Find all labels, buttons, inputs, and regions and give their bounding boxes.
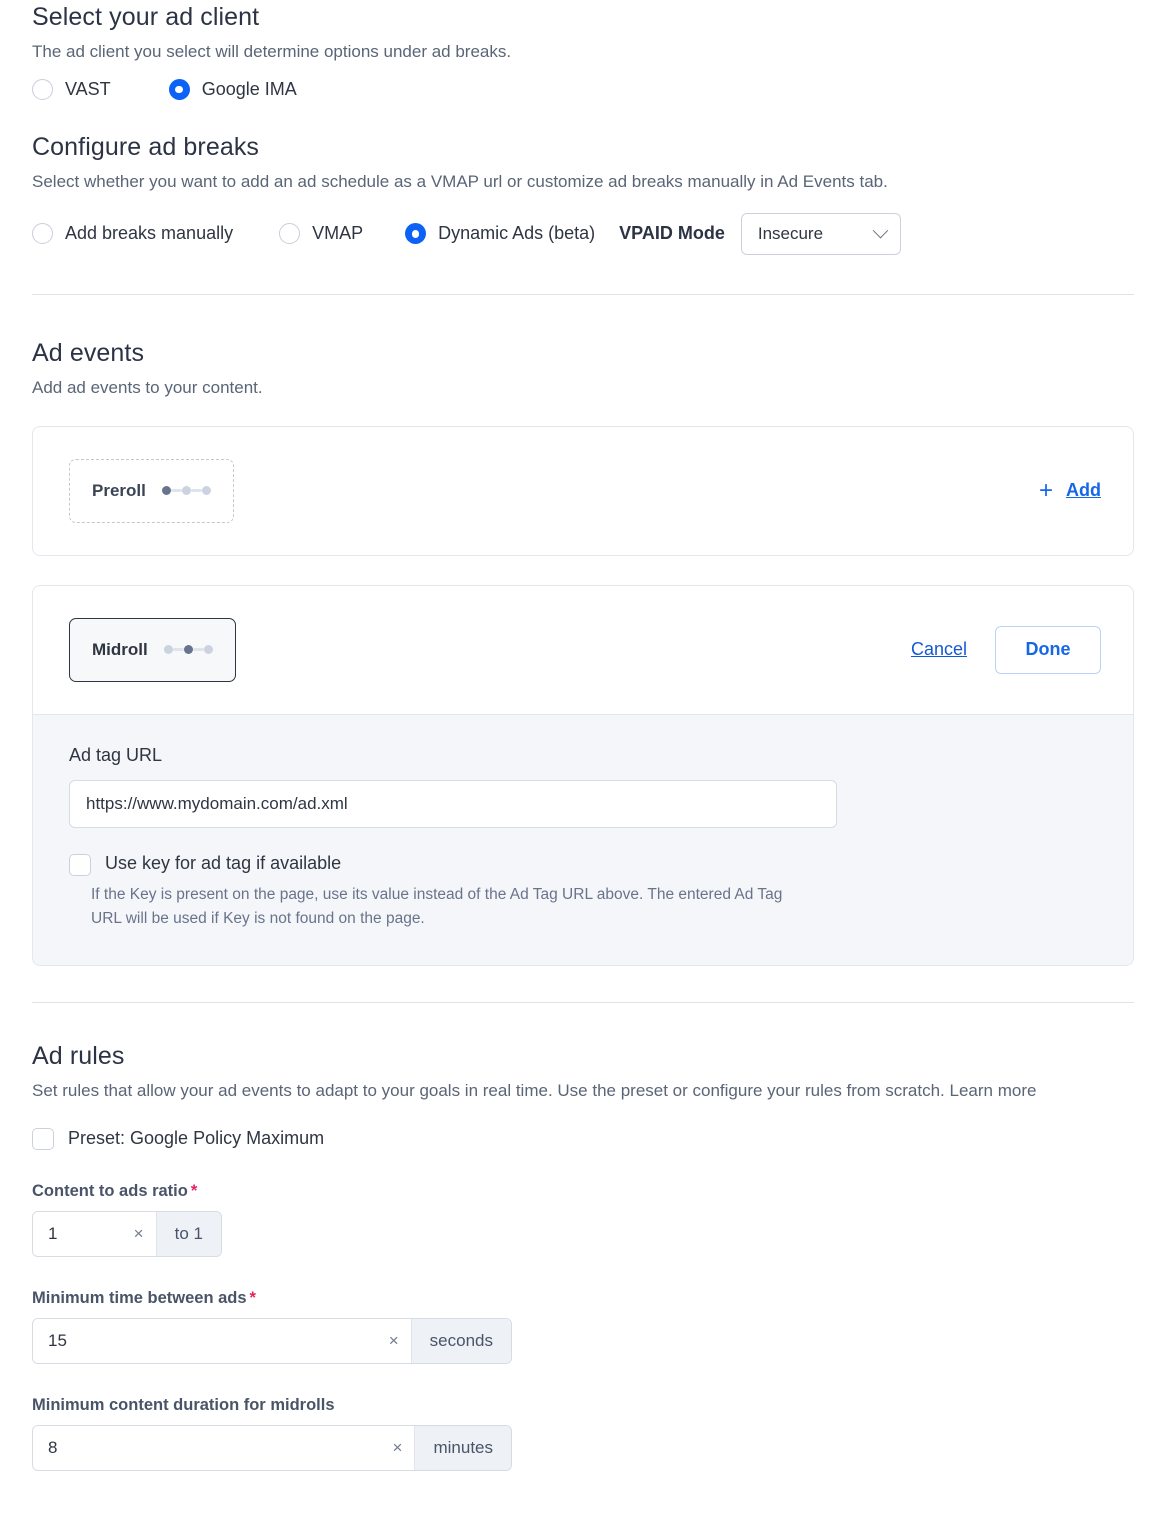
plus-icon: + <box>1038 476 1053 504</box>
ad-settings-page: Select your ad client The ad client you … <box>0 0 1166 1472</box>
vpaid-mode-value: Insecure <box>757 223 824 243</box>
done-button[interactable]: Done <box>995 625 1101 674</box>
ad-client-description: The ad client you select will determine … <box>32 42 512 62</box>
radio-icon-google-ima[interactable] <box>168 78 190 100</box>
radio-option-vast[interactable]: VAST <box>32 78 111 100</box>
content-to-ads-ratio-label: Content to ads ratio * <box>32 1182 1134 1201</box>
chip-label-midroll: Midroll <box>92 639 148 659</box>
radio-label-vast: VAST <box>65 78 111 99</box>
clear-icon-ratio[interactable]: × <box>121 1212 156 1257</box>
cancel-button[interactable]: Cancel <box>911 639 967 660</box>
chip-label-preroll: Preroll <box>92 480 146 500</box>
vpaid-mode-label: VPAID Mode <box>619 223 725 244</box>
clear-icon-min-duration[interactable]: × <box>380 1426 415 1471</box>
ad-breaks-section: Configure ad breaks Select whether you w… <box>32 132 1134 255</box>
ad-events-title: Ad events <box>32 338 145 367</box>
minimum-time-between-ads-value[interactable]: 15 <box>33 1319 377 1364</box>
use-key-checkbox[interactable] <box>69 853 91 876</box>
minimum-time-between-ads-field[interactable]: 15 × seconds <box>32 1318 512 1365</box>
minimum-content-duration-field[interactable]: 8 × minutes <box>32 1425 512 1472</box>
content-to-ads-ratio-label-text: Content to ads ratio <box>32 1182 188 1201</box>
content-to-ads-ratio-suffix: to 1 <box>155 1212 221 1257</box>
use-key-help-text: If the Key is present on the page, use i… <box>91 886 783 928</box>
ad-events-description: Add ad events to your content. <box>32 378 263 398</box>
preset-row: Preset: Google Policy Maximum <box>32 1126 1134 1151</box>
preset-label: Preset: Google Policy Maximum <box>68 1127 325 1148</box>
minimum-content-duration-label-text: Minimum content duration for midrolls <box>32 1396 335 1415</box>
minimum-content-duration-suffix: minutes <box>414 1426 511 1471</box>
radio-icon-vmap[interactable] <box>279 223 301 245</box>
ad-breaks-description: Select whether you want to add an ad sch… <box>32 172 888 192</box>
minimum-content-duration-value[interactable]: 8 <box>33 1426 381 1471</box>
midroll-position-icon <box>163 645 213 655</box>
ad-event-chip-preroll[interactable]: Preroll <box>69 458 234 523</box>
page-title: Select your ad client <box>32 3 260 31</box>
ad-rules-title: Ad rules <box>32 1042 125 1071</box>
midroll-card-body: Ad tag URL Use key for ad tag if availab… <box>33 713 1133 966</box>
use-key-row: Use key for ad tag if available If the K… <box>69 852 1097 932</box>
ad-rules-section: Ad rules Set rules that allow your ad ev… <box>32 1041 1134 1472</box>
minimum-time-between-ads-label-text: Minimum time between ads <box>32 1289 247 1308</box>
ad-breaks-radio-group: Add breaks manually VMAP Dynamic Ads (be… <box>32 212 1134 255</box>
radio-option-dynamic-ads[interactable]: Dynamic Ads (beta) <box>405 223 596 245</box>
radio-icon-add-breaks-manually[interactable] <box>32 223 53 245</box>
radio-option-google-ima[interactable]: Google IMA <box>168 78 297 100</box>
add-label: Add <box>1066 480 1101 501</box>
ad-breaks-title: Configure ad breaks <box>32 132 260 161</box>
ad-events-section: Ad events Add ad events to your content.… <box>32 338 1134 967</box>
ad-client-radio-group: VAST Google IMA <box>32 78 1134 100</box>
midroll-card-header: Midroll Cancel Done <box>33 586 1133 714</box>
minimum-time-between-ads-suffix: seconds <box>410 1319 511 1364</box>
preset-checkbox[interactable] <box>32 1128 54 1151</box>
radio-label-vmap: VMAP <box>312 223 364 244</box>
content-to-ads-ratio-value[interactable]: 1 <box>33 1212 122 1257</box>
ad-event-card-midroll: Midroll Cancel Done Ad tag URL Use key f… <box>32 584 1134 967</box>
radio-icon-vast[interactable] <box>32 78 53 100</box>
ad-tag-url-input[interactable] <box>69 779 837 828</box>
preroll-position-icon <box>161 486 211 496</box>
radio-label-add-breaks-manually: Add breaks manually <box>65 223 234 244</box>
radio-option-add-breaks-manually[interactable]: Add breaks manually <box>32 223 234 245</box>
radio-option-vmap[interactable]: VMAP <box>279 223 364 245</box>
vpaid-mode-select[interactable]: Insecure <box>740 212 901 255</box>
radio-icon-dynamic-ads[interactable] <box>405 223 427 245</box>
radio-label-dynamic-ads: Dynamic Ads (beta) <box>438 223 596 244</box>
divider-ad-events <box>32 1002 1134 1004</box>
minimum-time-between-ads-label: Minimum time between ads * <box>32 1289 1134 1308</box>
ad-event-card-preroll: Preroll + Add <box>32 425 1134 556</box>
use-key-label: Use key for ad tag if available <box>105 852 342 873</box>
ad-event-chip-midroll[interactable]: Midroll <box>69 617 236 682</box>
chevron-down-icon <box>872 223 889 239</box>
content-to-ads-ratio-field[interactable]: 1 × to 1 <box>32 1211 222 1258</box>
divider-ad-breaks <box>32 293 1134 295</box>
preroll-card-header: Preroll + Add <box>33 427 1133 555</box>
minimum-content-duration-label: Minimum content duration for midrolls <box>32 1396 1134 1415</box>
ad-rules-description: Set rules that allow your ad events to a… <box>32 1081 1037 1101</box>
clear-icon-min-time[interactable]: × <box>376 1319 411 1364</box>
ad-tag-url-label: Ad tag URL <box>69 744 163 765</box>
required-marker-min-time: * <box>249 1289 256 1308</box>
radio-label-google-ima: Google IMA <box>201 78 297 99</box>
add-ad-event-button[interactable]: + Add <box>1038 476 1101 504</box>
required-marker-ratio: * <box>190 1182 198 1201</box>
ad-client-section: Select your ad client The ad client you … <box>32 0 1134 100</box>
